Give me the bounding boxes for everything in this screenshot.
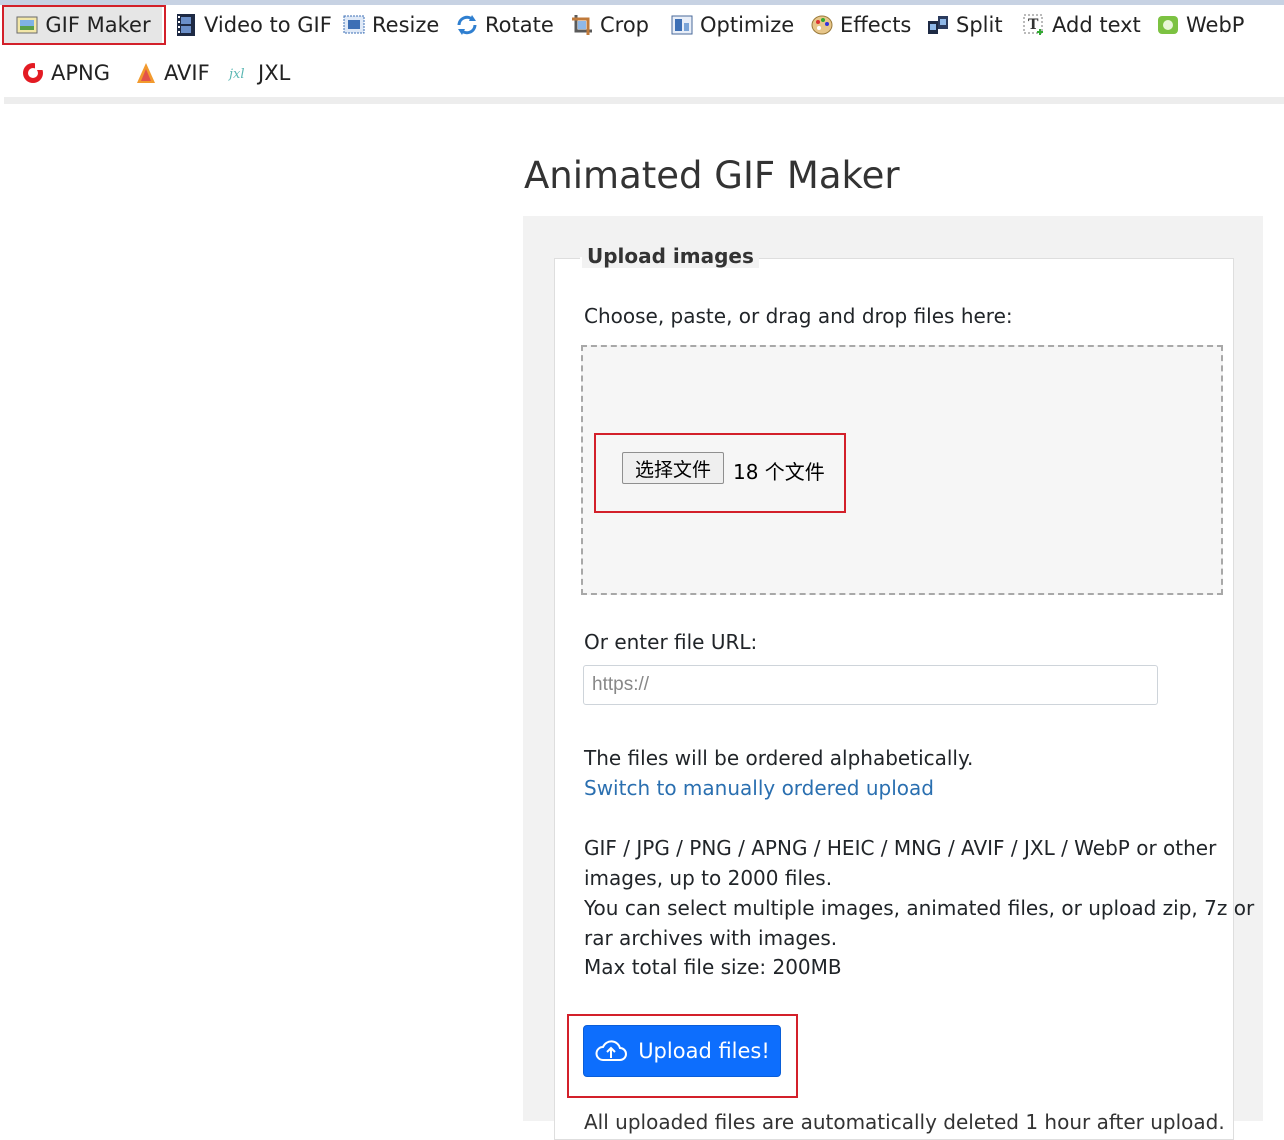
select-line-2: rar archives with images. bbox=[584, 926, 838, 950]
formats-line-2: images, up to 2000 files. bbox=[584, 866, 833, 890]
nav-label: JXL bbox=[258, 61, 291, 85]
nav-webp[interactable]: WebP bbox=[1156, 6, 1244, 44]
select-line-1: You can select multiple images, animated… bbox=[584, 896, 1255, 920]
upload-files-button[interactable]: Upload files! bbox=[583, 1025, 781, 1077]
nav-video-to-gif[interactable]: Video to GIF bbox=[174, 6, 332, 44]
order-note: The files will be ordered alphabetically… bbox=[584, 746, 974, 770]
nav-apng[interactable]: APNG bbox=[21, 54, 110, 92]
avif-icon bbox=[134, 61, 158, 85]
cloud-upload-icon bbox=[594, 1038, 628, 1064]
choose-files-label: Choose, paste, or drag and drop files he… bbox=[584, 304, 1013, 328]
switch-manual-order-link[interactable]: Switch to manually ordered upload bbox=[584, 776, 934, 800]
nav-add-text[interactable]: T Add text bbox=[1022, 6, 1141, 44]
formats-line-1: GIF / JPG / PNG / APNG / HEIC / MNG / AV… bbox=[584, 836, 1217, 860]
crop-icon bbox=[570, 13, 594, 37]
nav-resize[interactable]: Resize bbox=[342, 6, 439, 44]
nav-label: Resize bbox=[372, 13, 440, 37]
film-icon bbox=[174, 13, 198, 37]
choose-file-button[interactable]: 选择文件 bbox=[622, 452, 724, 484]
upload-button-label: Upload files! bbox=[638, 1039, 770, 1063]
split-icon bbox=[926, 13, 950, 37]
nav-crop[interactable]: Crop bbox=[570, 6, 649, 44]
nav-label: WebP bbox=[1186, 13, 1245, 37]
nav-label: AVIF bbox=[164, 61, 210, 85]
svg-text:jxl: jxl bbox=[228, 67, 245, 82]
rotate-icon bbox=[455, 13, 479, 37]
nav-label: APNG bbox=[51, 61, 111, 85]
nav-label: GIF Maker bbox=[45, 13, 151, 37]
upload-legend: Upload images bbox=[582, 244, 759, 268]
svg-text:T: T bbox=[1028, 17, 1039, 33]
nav-label: Rotate bbox=[485, 13, 554, 37]
nav-label: Effects bbox=[840, 13, 912, 37]
url-label: Or enter file URL: bbox=[584, 630, 758, 654]
optimize-icon bbox=[670, 13, 694, 37]
navbar-divider bbox=[4, 97, 1284, 104]
nav-avif[interactable]: AVIF bbox=[134, 54, 210, 92]
webp-icon bbox=[1156, 13, 1180, 37]
nav-optimize[interactable]: Optimize bbox=[670, 6, 794, 44]
nav-label: Optimize bbox=[700, 13, 795, 37]
nav-split[interactable]: Split bbox=[926, 6, 1003, 44]
nav-label: Video to GIF bbox=[204, 13, 332, 37]
apng-icon bbox=[21, 61, 45, 85]
file-url-input[interactable] bbox=[583, 665, 1158, 705]
nav-effects[interactable]: Effects bbox=[810, 6, 911, 44]
nav-gif-maker[interactable]: GIF Maker bbox=[4, 6, 162, 44]
resize-icon bbox=[342, 13, 366, 37]
max-size-note: Max total file size: 200MB bbox=[584, 955, 842, 979]
add-text-icon: T bbox=[1022, 13, 1046, 37]
auto-delete-note: All uploaded files are automatically del… bbox=[584, 1110, 1225, 1134]
page-title: Animated GIF Maker bbox=[524, 154, 900, 197]
nav-label: Crop bbox=[600, 13, 650, 37]
nav-jxl[interactable]: jxl JXL bbox=[226, 54, 291, 92]
palette-icon bbox=[810, 13, 834, 37]
tool-navbar: GIF Maker Video to GIF Resize Rotate Cro… bbox=[4, 5, 1284, 97]
file-count-text: 18 个文件 bbox=[733, 460, 825, 484]
gif-maker-icon bbox=[15, 13, 39, 37]
nav-rotate[interactable]: Rotate bbox=[455, 6, 554, 44]
nav-label: Add text bbox=[1052, 13, 1141, 37]
jxl-icon: jxl bbox=[226, 61, 252, 85]
nav-label: Split bbox=[956, 13, 1003, 37]
